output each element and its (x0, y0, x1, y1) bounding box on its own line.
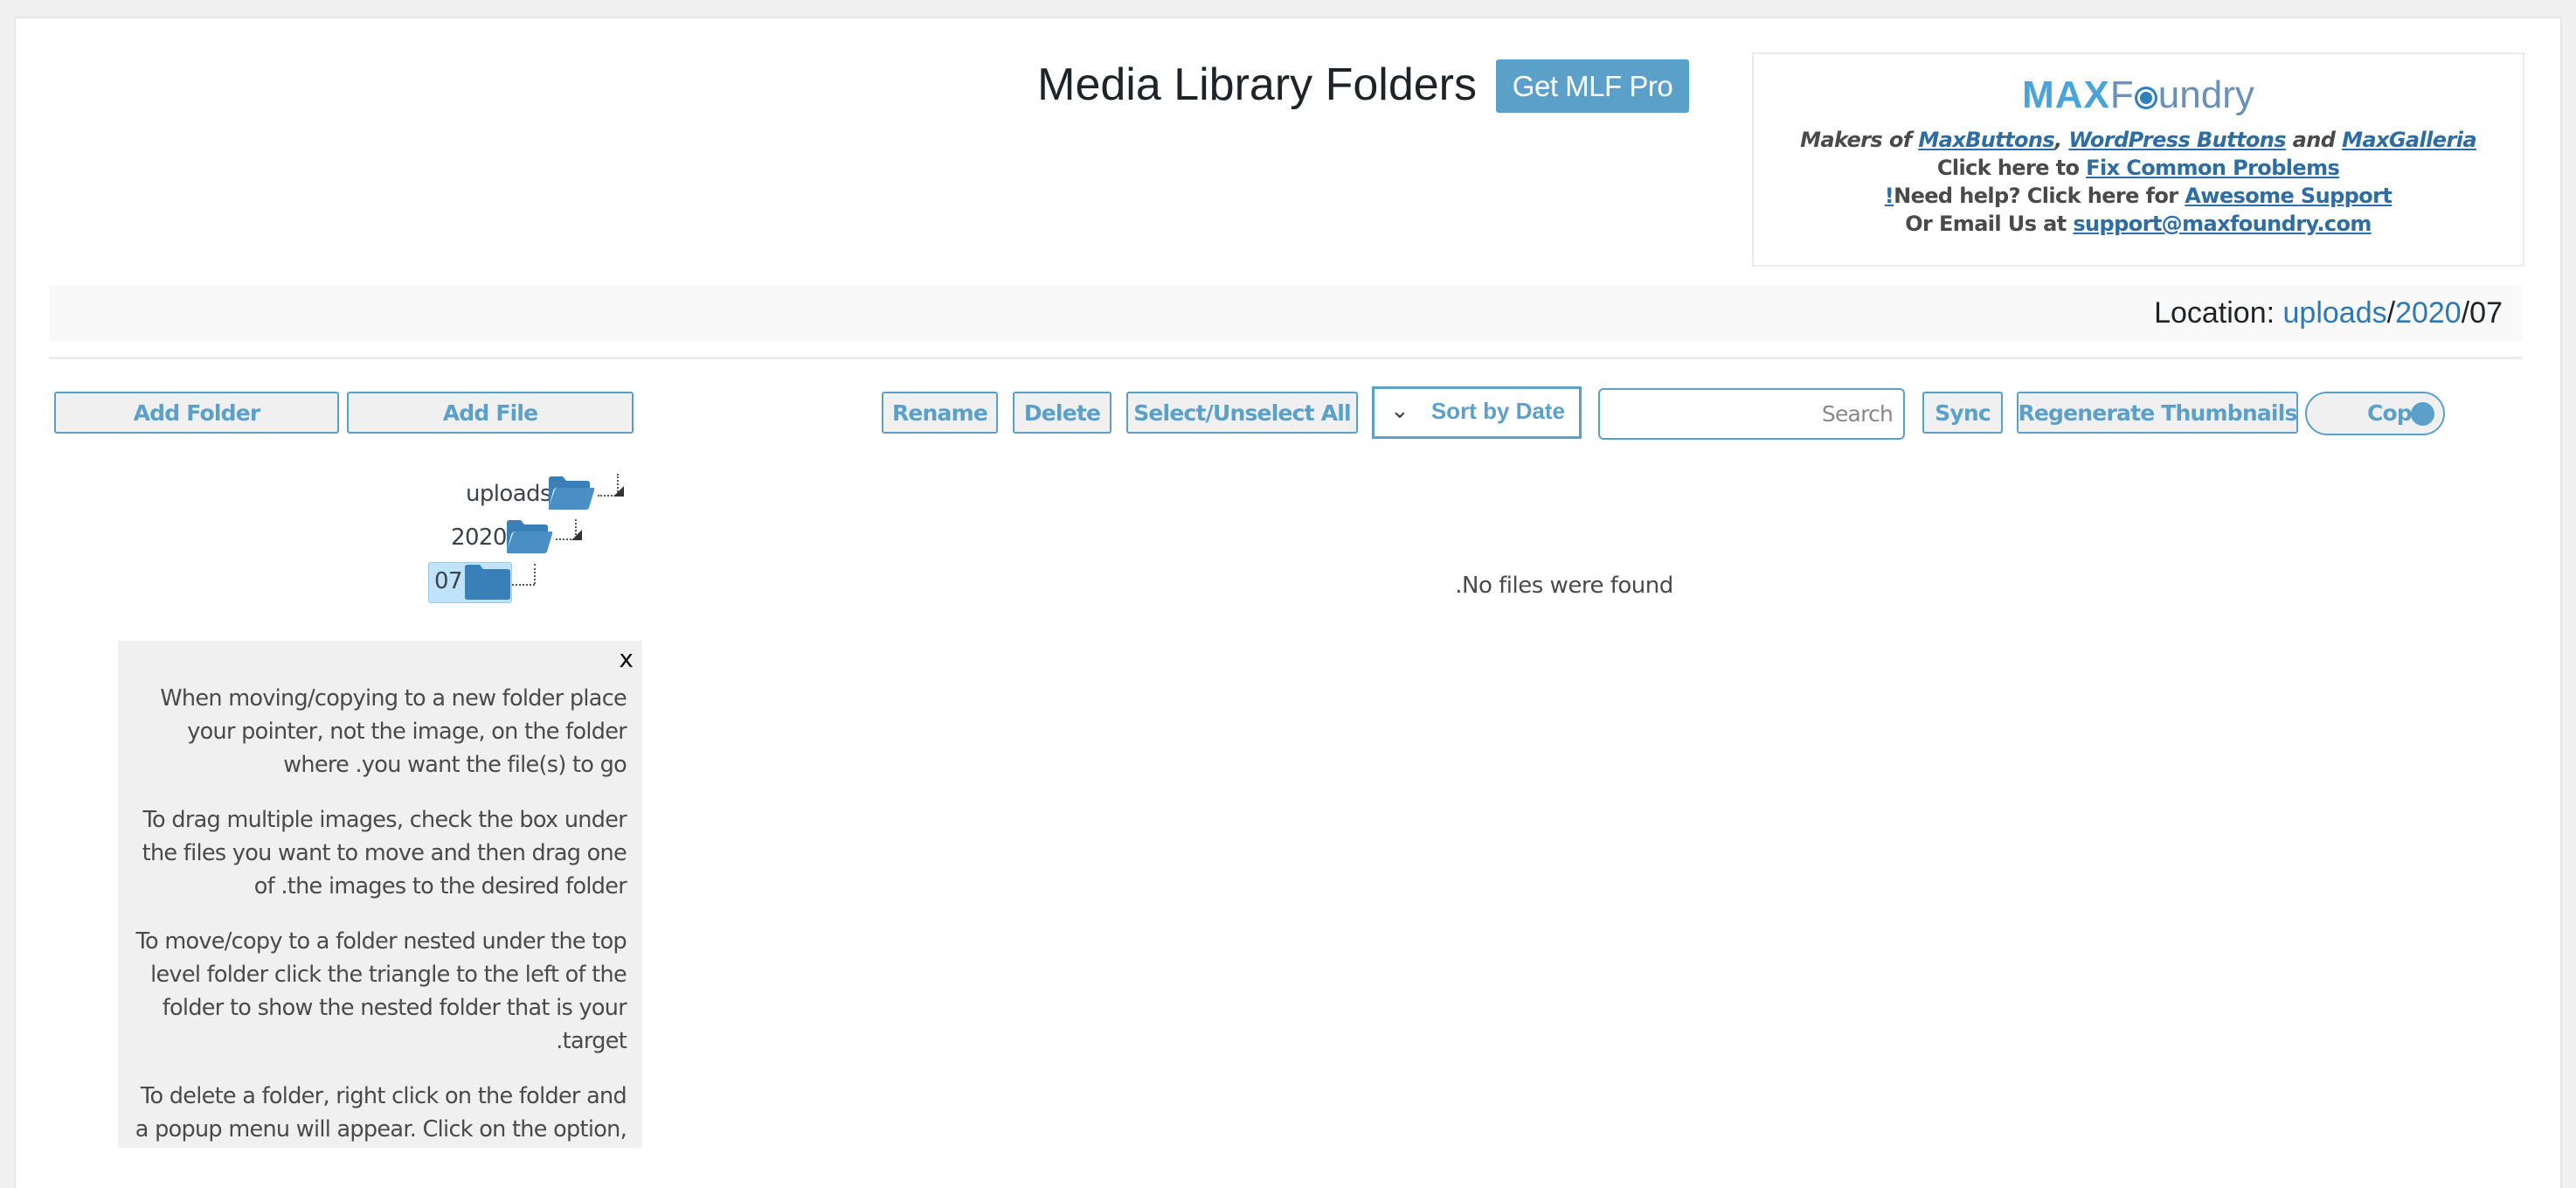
info-box: MAXF undry Makers of MaxButtons, WordPres… (1752, 52, 2524, 267)
expand-triangle-icon[interactable] (613, 486, 624, 497)
expand-triangle-icon[interactable] (571, 530, 582, 540)
delete-button[interactable]: Delete (1013, 392, 1111, 434)
help-paragraph: To delete a folder, right click on the f… (135, 1083, 627, 1143)
copy-toggle-label: Cop (2366, 400, 2413, 426)
tree-node-label: 2020 (451, 525, 507, 551)
help-paragraph: To move/copy to a folder nested under th… (135, 928, 627, 1054)
breadcrumb-uploads[interactable]: uploads (2283, 296, 2387, 330)
folder-open-icon (506, 520, 553, 553)
maxbuttons-link[interactable]: MaxButtons (1918, 128, 2054, 152)
breadcrumb-current: 07 (2469, 296, 2503, 330)
empty-files-message: .No files were found (1455, 573, 1673, 599)
tree-node-label: 07 (434, 568, 462, 594)
help-box: x When moving/copying to a new folder pl… (118, 641, 642, 1148)
support-email-link[interactable]: support@maxfoundry.com (2073, 212, 2372, 236)
close-help-button[interactable]: x (619, 644, 634, 673)
awesome-support-link[interactable]: Awesome Support (2185, 184, 2392, 208)
fix-common-problems-link[interactable]: Fix Common Problems (2086, 156, 2340, 180)
tree-connector (512, 584, 535, 586)
gear-icon (2134, 87, 2157, 109)
sort-select[interactable]: ⌄ Sort by Date (1372, 386, 1582, 439)
makers-line: Makers of MaxButtons, WordPress Buttons … (1800, 128, 2476, 152)
divider (49, 357, 2522, 359)
info-lines: Makers of MaxButtons, WordPress Buttons … (1754, 126, 2523, 238)
help-paragraph: To drag multiple images, check the box u… (142, 807, 627, 900)
folder-icon (465, 565, 510, 600)
tree-connector (534, 564, 536, 584)
email-line: Or Email Us at support@maxfoundry.com (1905, 212, 2372, 236)
get-pro-button[interactable]: Get MLF Pro (1496, 59, 1689, 113)
regenerate-thumbnails-button[interactable]: Regenerate Thumbnails (2017, 392, 2298, 434)
fix-problems-line: Click here to Fix Common Problems (1936, 156, 2340, 180)
breadcrumb-2020[interactable]: 2020 (2395, 296, 2462, 330)
chevron-down-icon: ⌄ (1390, 398, 1409, 424)
search-input[interactable] (1598, 388, 1905, 440)
exclamation-link[interactable]: ! (1885, 184, 1894, 208)
copy-toggle[interactable]: Cop (2305, 392, 2445, 435)
toggle-knob (2411, 402, 2434, 426)
maxfoundry-logo[interactable]: MAXF undry (1754, 73, 2523, 117)
location-bar: Location: uploads/2020/07 (49, 285, 2522, 341)
add-folder-button[interactable]: Add Folder (54, 392, 339, 434)
rename-button[interactable]: Rename (882, 392, 998, 434)
sync-button[interactable]: Sync (1922, 392, 2003, 434)
wordpress-buttons-link[interactable]: WordPress Buttons (2068, 128, 2286, 152)
select-all-button[interactable]: Select/Unselect All (1126, 392, 1358, 434)
folder-open-icon (548, 476, 595, 510)
tree-node-label: uploads (466, 481, 552, 507)
breadcrumb: Location: uploads/2020/07 (2154, 296, 2503, 330)
maxgalleria-link[interactable]: MaxGalleria (2342, 128, 2476, 152)
sort-selected-value: Sort by Date (1430, 398, 1565, 424)
page-title: Media Library Folders (1037, 59, 1477, 110)
add-file-button[interactable]: Add File (347, 392, 634, 434)
support-line: !Need help? Click here for Awesome Suppo… (1884, 184, 2392, 208)
help-paragraph: When moving/copying to a new folder plac… (160, 685, 627, 778)
